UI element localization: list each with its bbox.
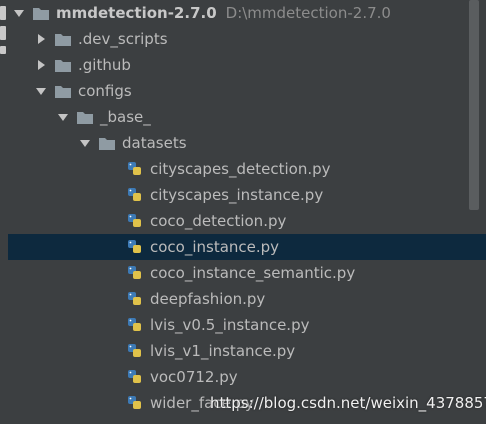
chevron-down-icon[interactable] bbox=[78, 136, 92, 150]
vertical-scrollbar-thumb[interactable] bbox=[469, 0, 479, 210]
tree-row-file[interactable]: coco_instance_semantic.py bbox=[8, 260, 486, 286]
tree-item-label: cityscapes_instance.py bbox=[150, 186, 324, 204]
tree-row-file[interactable]: cityscapes_instance.py bbox=[8, 182, 486, 208]
tree-row-datasets[interactable]: datasets bbox=[8, 130, 486, 156]
tree-row-file[interactable]: deepfashion.py bbox=[8, 286, 486, 312]
tree-row-root[interactable]: mmdetection-2.7.0 D:\mmdetection-2.7.0 bbox=[8, 0, 482, 26]
chevron-right-icon[interactable] bbox=[34, 58, 48, 72]
project-tree-panel: mmdetection-2.7.0 D:\mmdetection-2.7.0 .… bbox=[0, 0, 486, 424]
tree-row-base[interactable]: _base_ bbox=[8, 104, 486, 130]
tree-row-configs[interactable]: configs bbox=[8, 78, 486, 104]
python-file-icon bbox=[126, 291, 144, 307]
tree-item-label: _base_ bbox=[100, 108, 151, 126]
tree-item-label: lvis_v1_instance.py bbox=[150, 342, 296, 360]
chevron-down-icon[interactable] bbox=[34, 84, 48, 98]
tree-item-label: coco_detection.py bbox=[150, 212, 287, 230]
tree-row-file[interactable]: cityscapes_detection.py bbox=[8, 156, 486, 182]
tree-item-label: .dev_scripts bbox=[78, 30, 168, 48]
project-tree[interactable]: mmdetection-2.7.0 D:\mmdetection-2.7.0 .… bbox=[8, 0, 486, 424]
chevron-down-icon[interactable] bbox=[12, 6, 26, 20]
tree-item-label: voc0712.py bbox=[150, 368, 238, 386]
left-edge-strip bbox=[0, 0, 8, 424]
python-file-icon bbox=[126, 395, 144, 411]
tree-row-file[interactable]: lvis_v1_instance.py bbox=[8, 338, 486, 364]
python-file-icon bbox=[126, 161, 144, 177]
python-file-icon bbox=[126, 369, 144, 385]
tree-row-github[interactable]: .github bbox=[8, 52, 486, 78]
python-file-icon bbox=[126, 239, 144, 255]
tree-item-label: coco_instance_semantic.py bbox=[150, 264, 356, 282]
tree-item-label: configs bbox=[78, 82, 132, 100]
chevron-down-icon[interactable] bbox=[56, 110, 70, 124]
tree-item-label: cityscapes_detection.py bbox=[150, 160, 331, 178]
edge-tab-marker bbox=[0, 6, 6, 20]
python-file-icon bbox=[126, 187, 144, 203]
folder-icon bbox=[54, 83, 72, 99]
watermark-text: https://blog.csdn.net/weixin_43788575 bbox=[210, 394, 486, 412]
root-folder-path: D:\mmdetection-2.7.0 bbox=[225, 4, 391, 22]
root-folder-label: mmdetection-2.7.0 bbox=[56, 4, 217, 22]
folder-icon bbox=[54, 31, 72, 47]
python-file-icon bbox=[126, 265, 144, 281]
tree-item-label: lvis_v0.5_instance.py bbox=[150, 316, 310, 334]
chevron-right-icon[interactable] bbox=[34, 32, 48, 46]
tree-item-label: deepfashion.py bbox=[150, 290, 266, 308]
python-file-icon bbox=[126, 317, 144, 333]
folder-icon bbox=[98, 135, 116, 151]
folder-icon bbox=[76, 109, 94, 125]
tree-row-file[interactable]: voc0712.py bbox=[8, 364, 486, 390]
tree-row-file-selected[interactable]: coco_instance.py bbox=[8, 234, 486, 260]
python-file-icon bbox=[126, 343, 144, 359]
edge-tab-marker bbox=[0, 26, 6, 40]
python-file-icon bbox=[126, 213, 144, 229]
tree-row-dev-scripts[interactable]: .dev_scripts bbox=[8, 26, 486, 52]
tree-row-file[interactable]: lvis_v0.5_instance.py bbox=[8, 312, 486, 338]
edge-tab-marker bbox=[0, 46, 6, 54]
tree-row-file[interactable]: coco_detection.py bbox=[8, 208, 486, 234]
tree-item-label: .github bbox=[78, 56, 131, 74]
folder-icon bbox=[54, 57, 72, 73]
tree-item-label: datasets bbox=[122, 134, 187, 152]
folder-icon bbox=[32, 5, 50, 21]
tree-item-label: coco_instance.py bbox=[150, 238, 280, 256]
